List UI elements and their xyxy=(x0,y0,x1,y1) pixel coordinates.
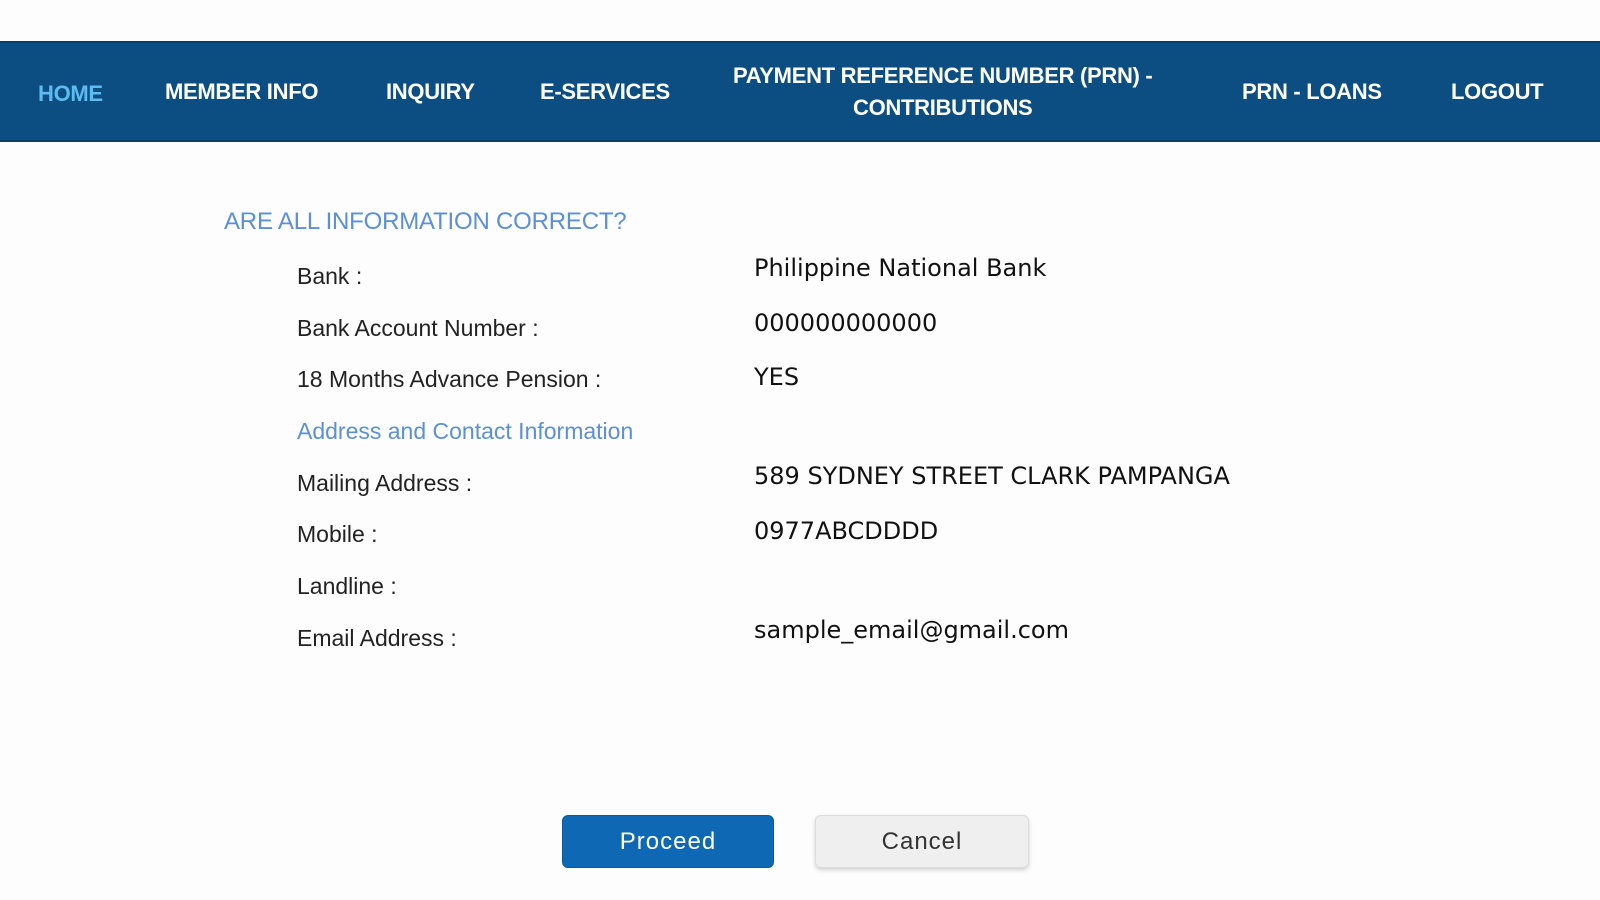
cancel-button[interactable]: Cancel xyxy=(815,815,1029,868)
proceed-button[interactable]: Proceed xyxy=(562,815,774,868)
mobile-value: 0977ABCDDDD xyxy=(754,517,939,545)
nav-logout[interactable]: LOGOUT xyxy=(1451,76,1544,108)
bank-account-number-value: 000000000000 xyxy=(754,309,938,337)
bank-label: Bank : xyxy=(297,263,363,289)
nav-prn-contributions-line1: PAYMENT REFERENCE NUMBER (PRN) - xyxy=(733,63,1153,88)
mailing-address-label: Mailing Address : xyxy=(297,470,473,496)
confirmation-title: ARE ALL INFORMATION CORRECT? xyxy=(224,208,627,235)
nav-prn-contributions-line2: CONTRIBUTIONS xyxy=(852,95,1033,120)
advance-pension-label: 18 Months Advance Pension : xyxy=(297,366,602,392)
nav-member-info[interactable]: MEMBER INFO xyxy=(165,76,318,108)
landline-label: Landline : xyxy=(297,573,397,599)
address-contact-section-title: Address and Contact Information xyxy=(297,418,634,444)
nav-e-services[interactable]: E-SERVICES xyxy=(540,76,670,108)
main-navbar: HOME MEMBER INFO INQUIRY E-SERVICES PAYM… xyxy=(0,41,1600,142)
mobile-label: Mobile : xyxy=(297,521,378,547)
nav-inquiry[interactable]: INQUIRY xyxy=(386,76,475,108)
nav-prn-contributions[interactable]: PAYMENT REFERENCE NUMBER (PRN) - CONTRIB… xyxy=(733,60,1153,124)
nav-prn-loans[interactable]: PRN - LOANS xyxy=(1242,76,1382,108)
advance-pension-value: YES xyxy=(754,363,800,391)
bank-value: Philippine National Bank xyxy=(754,254,1047,282)
mailing-address-value: 589 SYDNEY STREET CLARK PAMPANGA xyxy=(754,462,1230,490)
email-address-value: sample_email@gmail.com xyxy=(754,616,1069,644)
nav-home[interactable]: HOME xyxy=(38,78,103,110)
email-address-label: Email Address : xyxy=(297,625,457,651)
bank-account-number-label: Bank Account Number : xyxy=(297,315,539,341)
